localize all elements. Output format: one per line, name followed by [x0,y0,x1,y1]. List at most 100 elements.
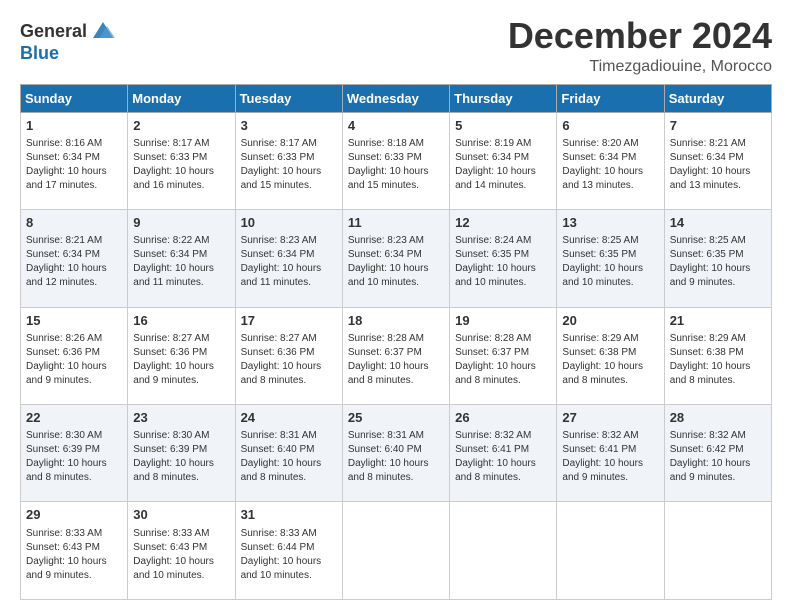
daylight-text: Daylight: 10 hours and 14 minutes. [455,166,536,191]
sunrise-text: Sunrise: 8:29 AM [670,333,746,344]
daylight-text: Daylight: 10 hours and 10 minutes. [455,263,536,288]
sunset-text: Sunset: 6:43 PM [26,542,100,553]
calendar-cell [450,502,557,600]
sunrise-text: Sunrise: 8:28 AM [348,333,424,344]
calendar-cell: 8Sunrise: 8:21 AMSunset: 6:34 PMDaylight… [21,210,128,307]
sunrise-text: Sunrise: 8:21 AM [26,235,102,246]
calendar-cell: 14Sunrise: 8:25 AMSunset: 6:35 PMDayligh… [664,210,771,307]
col-tuesday: Tuesday [235,84,342,112]
day-number: 13 [562,214,658,232]
sunrise-text: Sunrise: 8:18 AM [348,138,424,149]
col-thursday: Thursday [450,84,557,112]
daylight-text: Daylight: 10 hours and 8 minutes. [670,361,751,386]
sunrise-text: Sunrise: 8:32 AM [455,430,531,441]
daylight-text: Daylight: 10 hours and 8 minutes. [455,458,536,483]
calendar-cell: 26Sunrise: 8:32 AMSunset: 6:41 PMDayligh… [450,405,557,502]
calendar-cell: 7Sunrise: 8:21 AMSunset: 6:34 PMDaylight… [664,112,771,209]
sunset-text: Sunset: 6:38 PM [562,347,636,358]
calendar-cell: 28Sunrise: 8:32 AMSunset: 6:42 PMDayligh… [664,405,771,502]
daylight-text: Daylight: 10 hours and 9 minutes. [670,263,751,288]
sunset-text: Sunset: 6:34 PM [241,249,315,260]
day-number: 17 [241,312,337,330]
sunrise-text: Sunrise: 8:22 AM [133,235,209,246]
col-wednesday: Wednesday [342,84,449,112]
daylight-text: Daylight: 10 hours and 10 minutes. [562,263,643,288]
calendar-cell: 22 Sunrise: 8:30 AM Sunset: 6:39 PM Dayligh… [21,405,128,502]
daylight-text: Daylight: 10 hours and 15 minutes. [348,166,429,191]
calendar-cell: 4Sunrise: 8:18 AMSunset: 6:33 PMDaylight… [342,112,449,209]
sunrise-text: Sunrise: 8:20 AM [562,138,638,149]
calendar-row: 22 Sunrise: 8:30 AM Sunset: 6:39 PM Dayligh… [21,405,772,502]
sunset-text: Sunset: 6:39 PM [26,444,100,455]
daylight-text: Daylight: 10 hours and 16 minutes. [133,166,214,191]
daylight-text: Daylight: 10 hours and 9 minutes. [26,556,107,581]
day-number: 29 [26,506,122,524]
day-number: 6 [562,117,658,135]
daylight-text: Daylight: 10 hours and 9 minutes. [26,361,107,386]
calendar-cell: 6Sunrise: 8:20 AMSunset: 6:34 PMDaylight… [557,112,664,209]
logo-text-general: General [20,22,87,42]
calendar-cell: 21Sunrise: 8:29 AMSunset: 6:38 PMDayligh… [664,307,771,404]
sunset-text: Sunset: 6:36 PM [133,347,207,358]
calendar-cell: 24Sunrise: 8:31 AMSunset: 6:40 PMDayligh… [235,405,342,502]
day-number: 10 [241,214,337,232]
sunset-text: Sunset: 6:34 PM [133,249,207,260]
sunrise-text: Sunrise: 8:32 AM [670,430,746,441]
calendar-cell: 30Sunrise: 8:33 AMSunset: 6:43 PMDayligh… [128,502,235,600]
col-sunday: Sunday [21,84,128,112]
calendar-row: 1Sunrise: 8:16 AMSunset: 6:34 PMDaylight… [21,112,772,209]
sunrise-text: Sunrise: 8:21 AM [670,138,746,149]
sunrise-text: Sunrise: 8:28 AM [455,333,531,344]
day-number: 5 [455,117,551,135]
calendar-cell [664,502,771,600]
calendar-cell: 23Sunrise: 8:30 AMSunset: 6:39 PMDayligh… [128,405,235,502]
day-number: 15 [26,312,122,330]
daylight-text: Daylight: 10 hours and 9 minutes. [562,458,643,483]
day-number: 19 [455,312,551,330]
sunset-text: Sunset: 6:34 PM [26,152,100,163]
daylight-text: Daylight: 10 hours and 13 minutes. [670,166,751,191]
day-number: 22 [26,409,122,427]
sunrise-text: Sunrise: 8:23 AM [348,235,424,246]
calendar-row: 8 Sunrise: 8:21 AM Sunset: 6:34 PM Daylight… [21,210,772,307]
calendar-table: Sunday Monday Tuesday Wednesday Thursday… [20,84,772,600]
daylight-text: Daylight: 10 hours and 12 minutes. [26,263,107,288]
sunset-text: Sunset: 6:44 PM [241,542,315,553]
sunrise-text: Sunrise: 8:33 AM [26,528,102,539]
sunset-text: Sunset: 6:39 PM [133,444,207,455]
col-friday: Friday [557,84,664,112]
sunset-text: Sunset: 6:36 PM [26,347,100,358]
calendar-cell: 2Sunrise: 8:17 AMSunset: 6:33 PMDaylight… [128,112,235,209]
daylight-text: Daylight: 10 hours and 11 minutes. [241,263,322,288]
sunrise-text: Sunrise: 8:27 AM [133,333,209,344]
daylight-text: Daylight: 10 hours and 8 minutes. [562,361,643,386]
day-number: 12 [455,214,551,232]
day-number: 1 [26,117,122,135]
daylight-text: Daylight: 10 hours and 11 minutes. [133,263,214,288]
sunset-text: Sunset: 6:33 PM [241,152,315,163]
sunrise-text: Sunrise: 8:31 AM [241,430,317,441]
sunset-text: Sunset: 6:41 PM [455,444,529,455]
sunset-text: Sunset: 6:34 PM [562,152,636,163]
sunset-text: Sunset: 6:43 PM [133,542,207,553]
daylight-text: Daylight: 10 hours and 8 minutes. [133,458,214,483]
sunset-text: Sunset: 6:33 PM [133,152,207,163]
daylight-text: Daylight: 10 hours and 8 minutes. [26,458,107,483]
daylight-text: Daylight: 10 hours and 9 minutes. [133,361,214,386]
calendar-cell: 20Sunrise: 8:29 AMSunset: 6:38 PMDayligh… [557,307,664,404]
sunrise-text: Sunrise: 8:31 AM [348,430,424,441]
sunrise-text: Sunrise: 8:27 AM [241,333,317,344]
sunrise-text: Sunrise: 8:30 AM [26,430,102,441]
day-number: 11 [348,214,444,232]
sunrise-text: Sunrise: 8:26 AM [26,333,102,344]
calendar-cell: 12Sunrise: 8:24 AMSunset: 6:35 PMDayligh… [450,210,557,307]
calendar-cell: 3Sunrise: 8:17 AMSunset: 6:33 PMDaylight… [235,112,342,209]
calendar-cell: 27Sunrise: 8:32 AMSunset: 6:41 PMDayligh… [557,405,664,502]
sunrise-text: Sunrise: 8:24 AM [455,235,531,246]
sunset-text: Sunset: 6:37 PM [455,347,529,358]
logo: General Blue [20,20,117,64]
day-number: 21 [670,312,766,330]
calendar-cell: 25Sunrise: 8:31 AMSunset: 6:40 PMDayligh… [342,405,449,502]
day-number: 4 [348,117,444,135]
day-number: 8 [26,214,122,232]
